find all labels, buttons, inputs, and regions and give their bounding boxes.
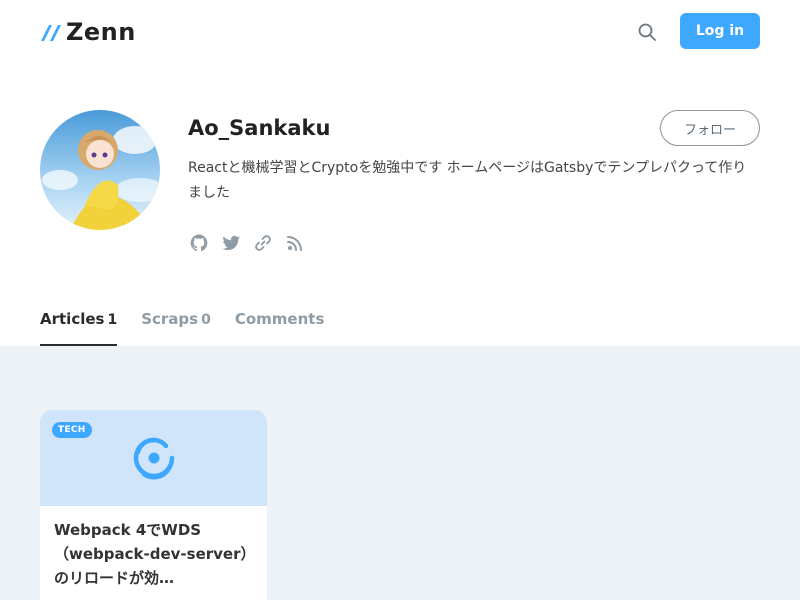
search-button[interactable]	[634, 19, 660, 45]
tab-label: Scraps	[141, 310, 199, 328]
profile-bio: Reactと機械学習とCryptoを勉強中です ホームページはGatsbyでテン…	[188, 160, 747, 201]
github-icon[interactable]	[188, 232, 210, 254]
logo-text: Zenn	[66, 18, 136, 46]
social-links	[188, 232, 306, 254]
tab-scraps[interactable]: Scraps 0	[141, 310, 211, 346]
rss-icon[interactable]	[284, 232, 306, 254]
zenn-logo-icon	[41, 25, 61, 41]
twitter-icon[interactable]	[220, 232, 242, 254]
articles-area: TECH Webpack 4でWDS（webpack-dev-server）のリ…	[0, 346, 800, 600]
article-card-header: TECH	[40, 410, 267, 506]
tab-label: Comments	[234, 310, 325, 328]
profile-tabs: Articles 1 Scraps 0 Comments	[40, 310, 324, 346]
tech-badge: TECH	[52, 422, 92, 438]
tab-count: 1	[107, 312, 118, 328]
zenn-logo[interactable]: Zenn	[40, 18, 136, 46]
header: Zenn Log in	[0, 0, 800, 64]
tab-count: 0	[201, 312, 211, 328]
tab-label: Articles	[40, 310, 105, 328]
login-button[interactable]: Log in	[680, 13, 760, 49]
username: Ao_Sankaku	[188, 116, 331, 140]
avatar	[40, 110, 160, 230]
search-icon	[638, 23, 656, 41]
tab-comments[interactable]: Comments	[235, 310, 325, 346]
tab-articles[interactable]: Articles 1	[40, 310, 118, 346]
follow-button[interactable]: フォロー	[660, 110, 760, 146]
article-card[interactable]: TECH Webpack 4でWDS（webpack-dev-server）のリ…	[40, 410, 267, 600]
link-icon[interactable]	[252, 232, 274, 254]
cyclone-icon	[133, 437, 175, 480]
article-title: Webpack 4でWDS（webpack-dev-server）のリロードが効…	[54, 521, 248, 587]
